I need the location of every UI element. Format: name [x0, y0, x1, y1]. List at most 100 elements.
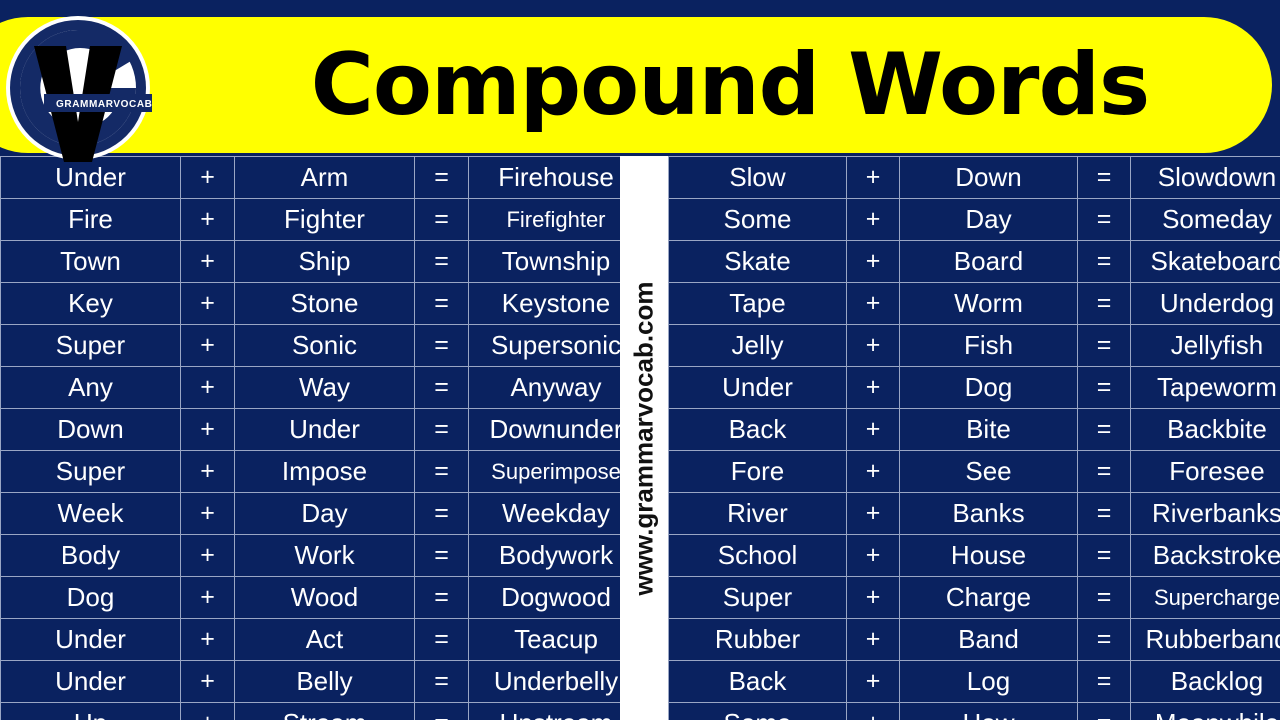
cell-word2: Wood: [234, 576, 415, 619]
cell-word2: How: [899, 702, 1078, 720]
cell-plus-operator: +: [180, 702, 235, 720]
cell-equals-operator: =: [414, 660, 469, 703]
cell-word1: Town: [0, 240, 181, 283]
table-row: Under + Arm = Firehouse: [0, 156, 644, 199]
cell-word1: Under: [668, 366, 847, 409]
watermark-text: www.grammarvocab.com: [628, 280, 659, 596]
cell-word1: Some: [668, 702, 847, 720]
cell-word2: See: [899, 450, 1078, 493]
cell-word1: Super: [0, 450, 181, 493]
cell-word1: Key: [0, 282, 181, 325]
cell-plus-operator: +: [846, 492, 900, 535]
grammarvocab-logo: GRAMMARVOCAB: [4, 14, 152, 162]
cell-word2: Board: [899, 240, 1078, 283]
cell-word2: Sonic: [234, 324, 415, 367]
poster-root: Under + Arm = Firehouse Fire + Fighter = Firefigh…: [0, 0, 1280, 720]
watermark-website: www.grammarvocab.com: [620, 156, 668, 720]
cell-plus-operator: +: [846, 366, 900, 409]
cell-equals-operator: =: [1077, 576, 1131, 619]
cell-result: Skateboard: [1130, 240, 1280, 283]
cell-word1: Super: [0, 324, 181, 367]
cell-result: Downunder: [468, 408, 644, 451]
cell-equals-operator: =: [1077, 534, 1131, 577]
table-row: Slow + Down = Slowdown: [668, 156, 1280, 199]
cell-word2: Fighter: [234, 198, 415, 241]
cell-result: Teacup: [468, 618, 644, 661]
cell-equals-operator: =: [414, 618, 469, 661]
table-row: Fire + Fighter = Firefighter: [0, 198, 644, 241]
cell-plus-operator: +: [846, 534, 900, 577]
cell-word1: Any: [0, 366, 181, 409]
cell-word2: Impose: [234, 450, 415, 493]
table-left-body: Under + Arm = Firehouse Fire + Fighter = Firefigh…: [0, 156, 644, 720]
cell-word1: Dog: [0, 576, 181, 619]
cell-plus-operator: +: [180, 156, 235, 199]
cell-plus-operator: +: [180, 240, 235, 283]
table-row: Super + Sonic = Supersonic: [0, 324, 644, 367]
cell-word1: Skate: [668, 240, 847, 283]
cell-word2: Log: [899, 660, 1078, 703]
cell-word2: Fish: [899, 324, 1078, 367]
cell-word2: Day: [899, 198, 1078, 241]
cell-equals-operator: =: [1077, 660, 1131, 703]
cell-result: Dogwood: [468, 576, 644, 619]
cell-result: Superimpose: [468, 450, 644, 493]
cell-word2: Act: [234, 618, 415, 661]
cell-plus-operator: +: [846, 282, 900, 325]
cell-result: Backstroke: [1130, 534, 1280, 577]
cell-word1: Some: [668, 198, 847, 241]
cell-equals-operator: =: [1077, 408, 1131, 451]
table-row: Jelly + Fish = Jellyfish: [668, 324, 1280, 367]
cell-word2: Belly: [234, 660, 415, 703]
table-row: Some+How=Meanwhile: [668, 702, 1280, 720]
cell-result: Backlog: [1130, 660, 1280, 703]
cell-word2: Charge: [899, 576, 1078, 619]
cell-plus-operator: +: [180, 282, 235, 325]
cell-result: Slowdown: [1130, 156, 1280, 199]
table-row: Week + Day = Weekday: [0, 492, 644, 535]
cell-equals-operator: =: [414, 282, 469, 325]
cell-result: Weekday: [468, 492, 644, 535]
cell-result: Upstream: [468, 702, 644, 720]
cell-result: Keystone: [468, 282, 644, 325]
table-row: Skate + Board = Skateboard: [668, 240, 1280, 283]
table-row: Key + Stone = Keystone: [0, 282, 644, 325]
cell-result: Firefighter: [468, 198, 644, 241]
cell-equals-operator: =: [1077, 198, 1131, 241]
cell-word1: Slow: [668, 156, 847, 199]
header-bar: Compound Words GRAMMARVOCAB: [0, 0, 1280, 162]
table-row: Under + Belly = Underbelly: [0, 660, 644, 703]
cell-result: Rubberband: [1130, 618, 1280, 661]
cell-word1: Jelly: [668, 324, 847, 367]
table-row: Under + Dog = Tapeworm: [668, 366, 1280, 409]
tables-container: Under + Arm = Firehouse Fire + Fighter = Firefigh…: [0, 156, 1280, 720]
cell-word1: Under: [0, 156, 181, 199]
cell-word2: Under: [234, 408, 415, 451]
cell-word1: River: [668, 492, 847, 535]
cell-result: Underbelly: [468, 660, 644, 703]
cell-plus-operator: +: [180, 408, 235, 451]
cell-equals-operator: =: [1077, 618, 1131, 661]
table-row: Rubber + Band = Rubberband: [668, 618, 1280, 661]
cell-word1: Up: [0, 702, 181, 720]
logo-brand-text: GRAMMARVOCAB: [56, 99, 152, 110]
page-title: Compound Words: [310, 35, 1150, 135]
cell-plus-operator: +: [180, 366, 235, 409]
cell-equals-operator: =: [414, 576, 469, 619]
cell-equals-operator: =: [414, 702, 469, 720]
cell-result: Foresee: [1130, 450, 1280, 493]
cell-result: Anyway: [468, 366, 644, 409]
cell-equals-operator: =: [1077, 324, 1131, 367]
cell-word2: Work: [234, 534, 415, 577]
cell-result: Tapeworm: [1130, 366, 1280, 409]
cell-result: Supersonic: [468, 324, 644, 367]
cell-word1: Back: [668, 660, 847, 703]
cell-word2: Bite: [899, 408, 1078, 451]
cell-equals-operator: =: [414, 534, 469, 577]
cell-plus-operator: +: [846, 408, 900, 451]
cell-equals-operator: =: [1077, 492, 1131, 535]
logo-svg: GRAMMARVOCAB: [6, 16, 152, 162]
table-row: River + Banks = Riverbanks: [668, 492, 1280, 535]
cell-result: Backbite: [1130, 408, 1280, 451]
cell-word1: Under: [0, 618, 181, 661]
